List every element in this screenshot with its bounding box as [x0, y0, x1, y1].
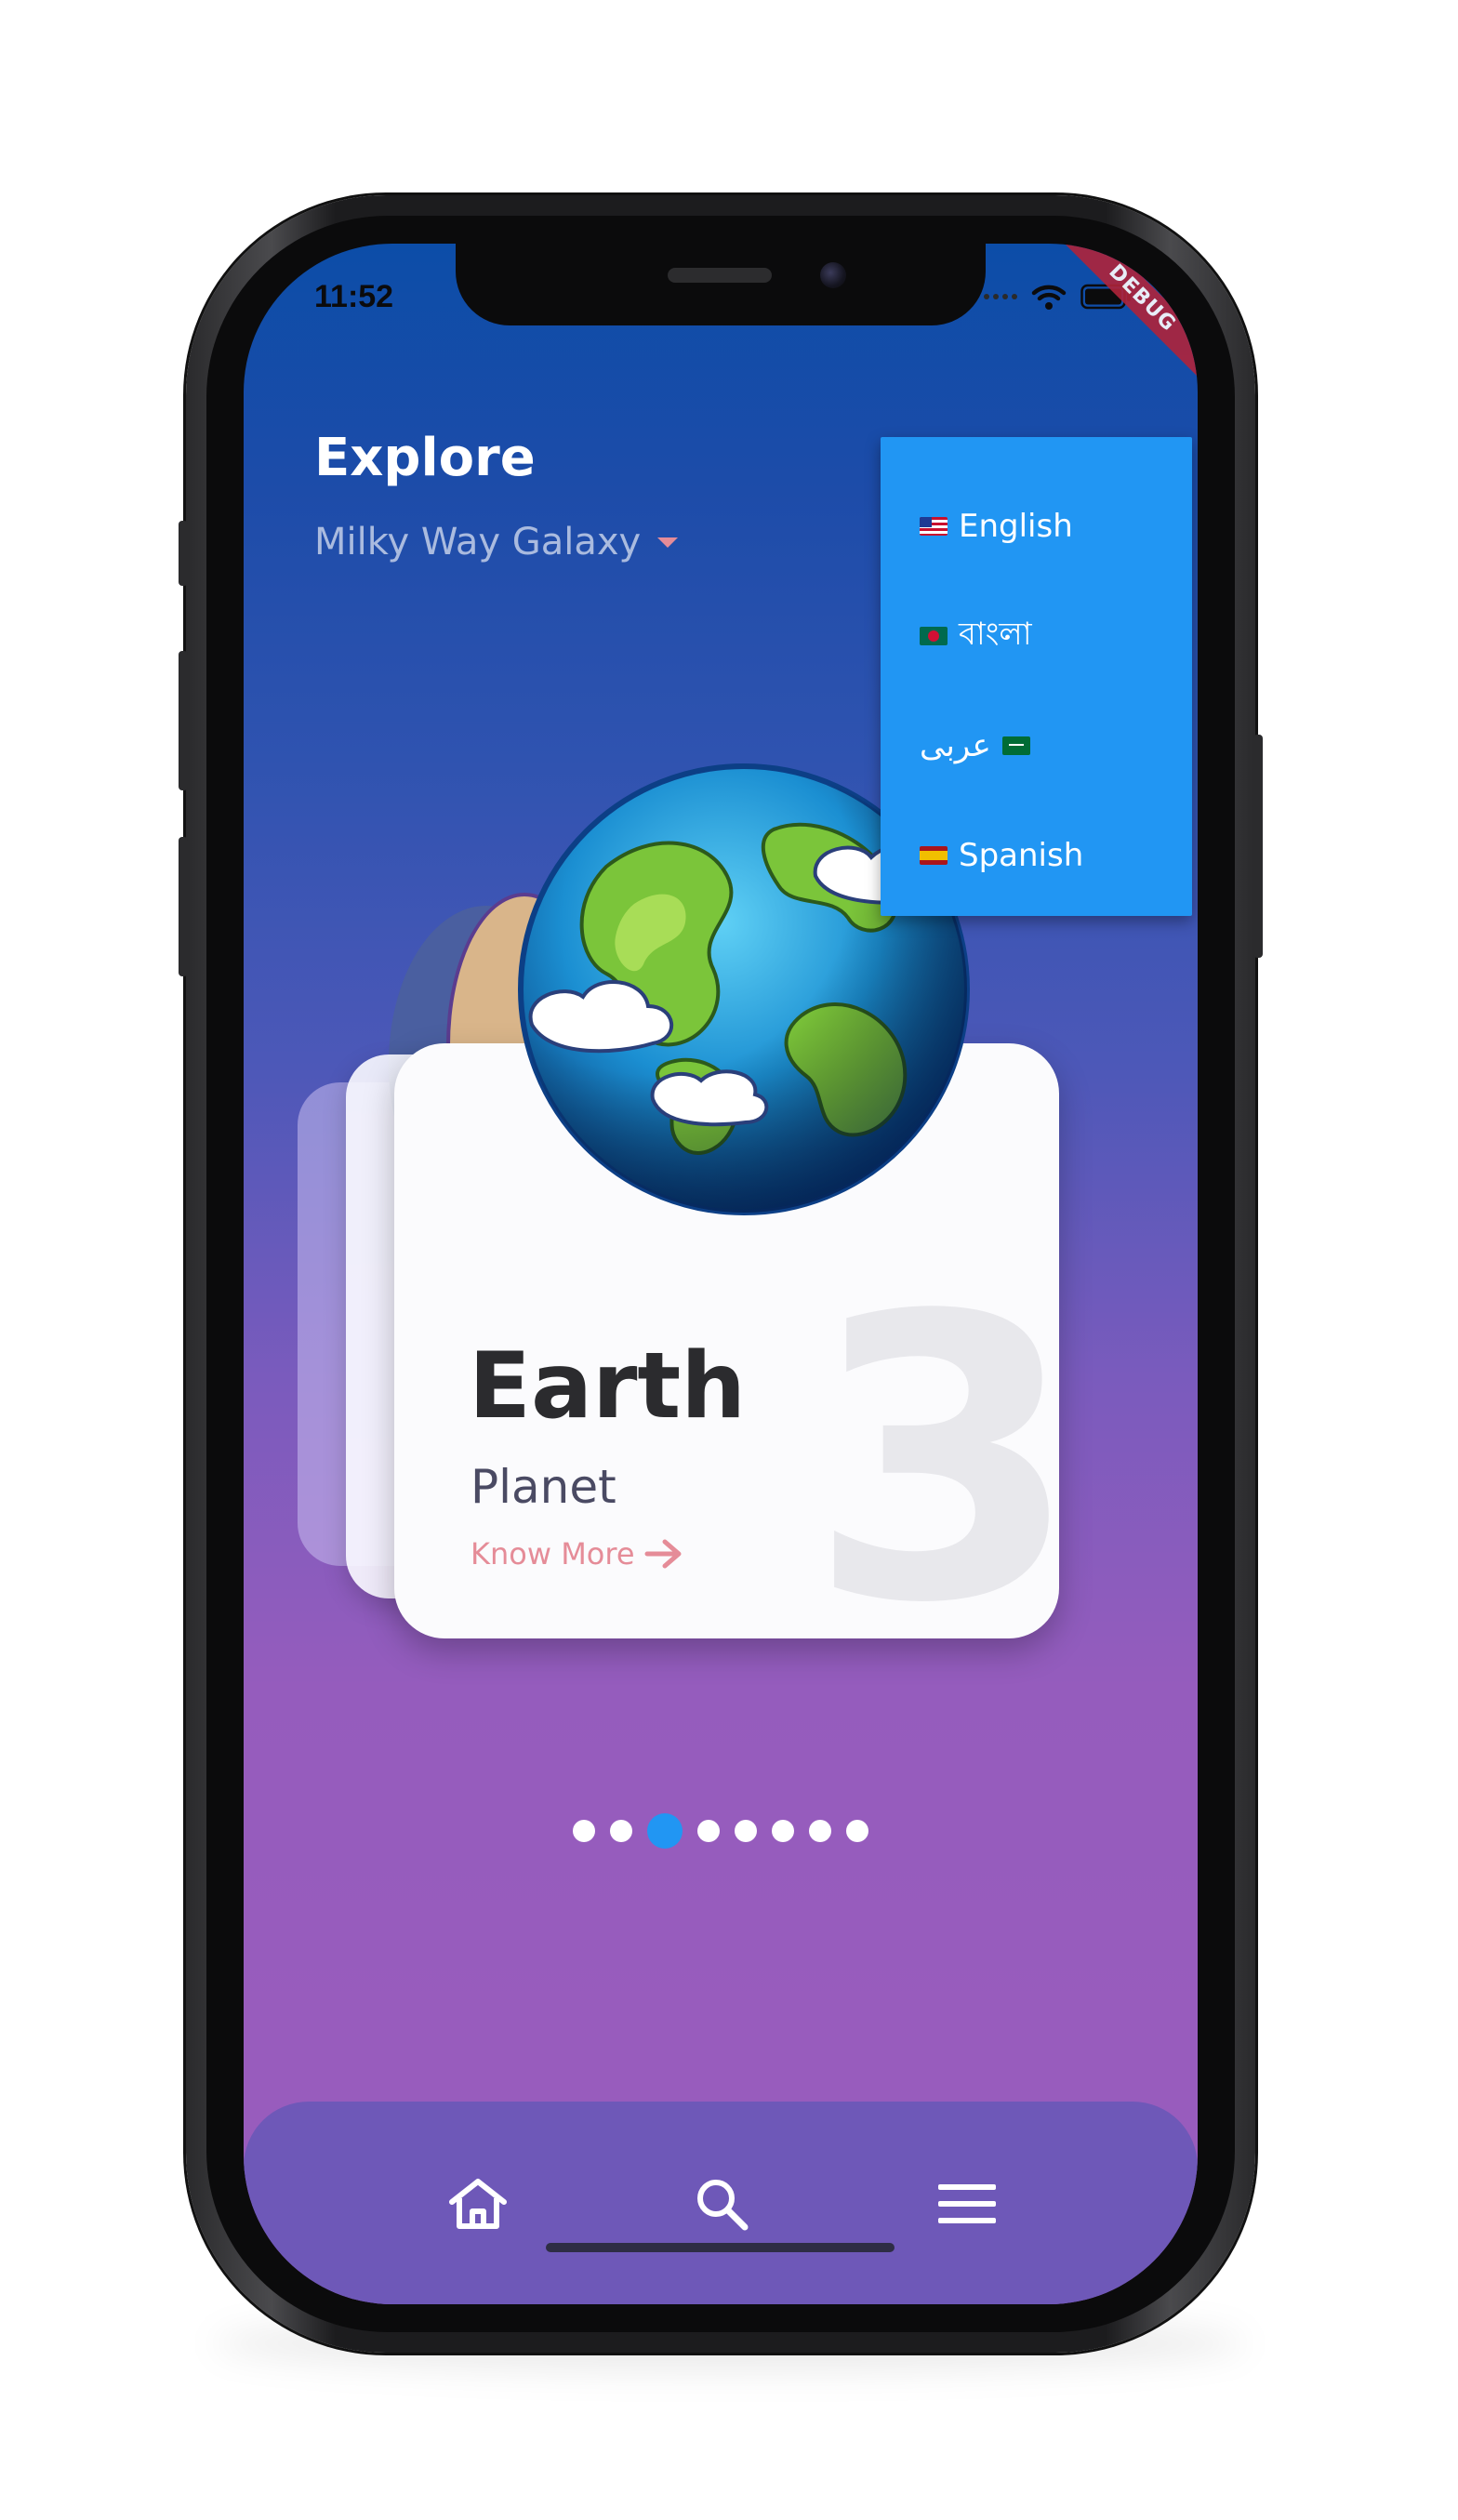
notch: [456, 244, 986, 325]
front-camera: [820, 262, 846, 288]
page-title: Explore: [314, 428, 536, 488]
language-label: বাংলা: [959, 615, 1032, 653]
bottom-navigation: [244, 2102, 1198, 2304]
page-dot[interactable]: [697, 1820, 720, 1842]
page-dot-active[interactable]: [647, 1813, 683, 1849]
status-time: 11:52: [314, 279, 394, 314]
wifi-icon: [1031, 285, 1067, 310]
galaxy-label: Milky Way Galaxy: [314, 521, 642, 564]
home-indicator-bar[interactable]: [546, 2243, 895, 2252]
earpiece-speaker: [668, 268, 772, 283]
language-option-bangla[interactable]: বাংলা: [920, 608, 1032, 664]
home-icon: [449, 2179, 507, 2229]
language-label: Spanish: [959, 837, 1084, 874]
saudi-flag-icon: [1001, 736, 1030, 755]
device-mockup: 11:52 DEBUG Explore Milky Way Galaxy 3 E…: [0, 0, 1458, 2520]
signal-icon: [984, 294, 1017, 299]
language-label: عربى: [920, 727, 991, 764]
page-dot[interactable]: [573, 1820, 595, 1842]
page-dot[interactable]: [772, 1820, 794, 1842]
bangladesh-flag-icon: [920, 627, 948, 645]
know-more-label: Know More: [471, 1536, 635, 1572]
volume-up-button: [179, 651, 188, 790]
card-title: Earth: [469, 1333, 747, 1439]
galaxy-dropdown[interactable]: Milky Way Galaxy: [314, 521, 679, 564]
language-option-spanish[interactable]: Spanish: [920, 828, 1083, 883]
card-number: 3: [808, 1234, 1059, 1639]
us-flag-icon: [920, 517, 948, 536]
page-dot[interactable]: [846, 1820, 868, 1842]
menu-icon: [938, 2184, 996, 2223]
language-option-arabic[interactable]: عربى: [920, 718, 1030, 774]
silent-switch: [179, 521, 188, 586]
page-dot[interactable]: [735, 1820, 757, 1842]
page-indicator: [244, 1813, 1198, 1849]
caret-down-icon: [657, 537, 679, 548]
spain-flag-icon: [920, 846, 948, 865]
search-nav-button[interactable]: [684, 2167, 759, 2241]
page-dot[interactable]: [610, 1820, 632, 1842]
arrow-right-icon: [644, 1539, 682, 1569]
app-screen: 11:52 DEBUG Explore Milky Way Galaxy 3 E…: [244, 244, 1198, 2304]
menu-nav-button[interactable]: [930, 2167, 1004, 2241]
page-dot[interactable]: [809, 1820, 831, 1842]
volume-down-button: [179, 837, 188, 976]
card-subtitle: Planet: [471, 1460, 616, 1514]
language-option-english[interactable]: English: [920, 498, 1073, 554]
home-nav-button[interactable]: [441, 2167, 515, 2241]
power-button: [1253, 735, 1263, 958]
search-icon: [697, 2180, 749, 2231]
know-more-link[interactable]: Know More: [471, 1536, 683, 1572]
language-label: English: [959, 508, 1073, 545]
language-menu: English বাংলা عربى Spanish: [881, 437, 1192, 916]
